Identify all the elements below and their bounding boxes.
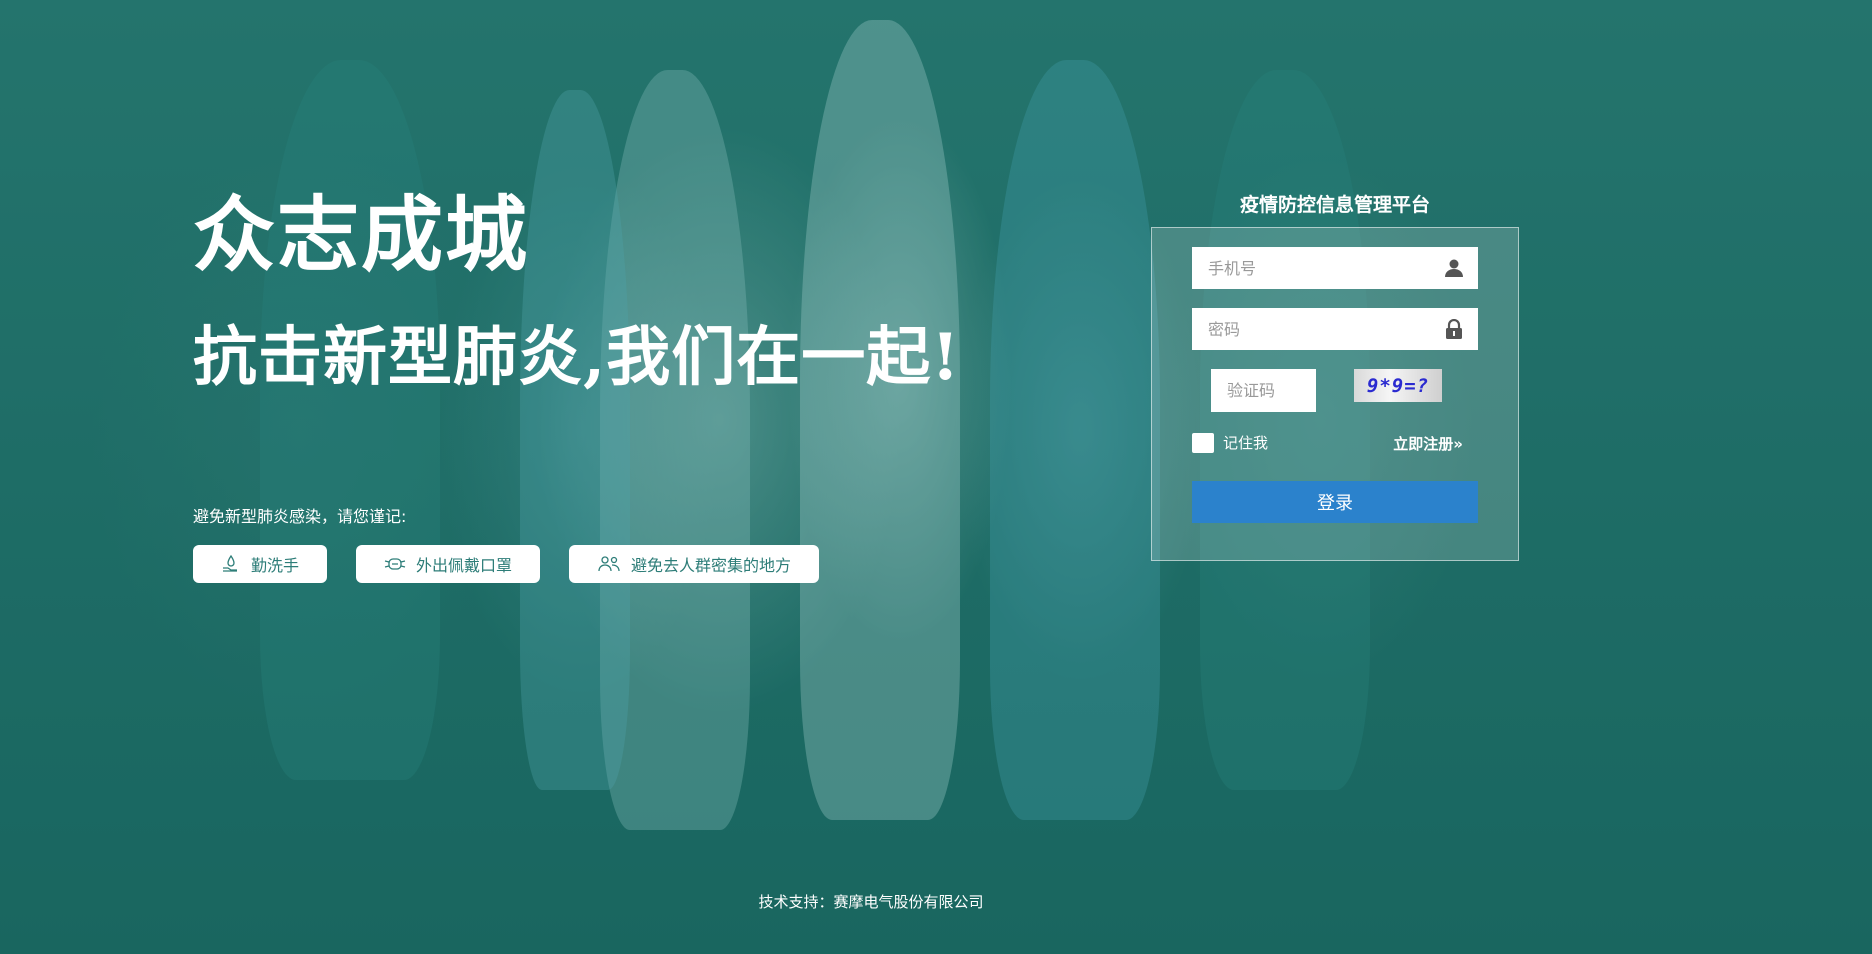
login-form: 9*9=? 记住我 立即注册» 登录 [1151, 227, 1519, 561]
people-icon [598, 556, 620, 572]
captcha-field [1211, 369, 1316, 412]
color-overlay [0, 0, 1872, 954]
register-link[interactable]: 立即注册» [1393, 433, 1463, 454]
footer-credit: 技术支持：赛摩电气股份有限公司 [758, 893, 984, 911]
tip-label: 避免去人群密集的地方 [631, 556, 792, 575]
platform-title: 疫情防控信息管理平台 [1239, 194, 1430, 216]
reminder-text: 避免新型肺炎感染，请您谨记: [193, 507, 407, 526]
remember-label: 记住我 [1223, 434, 1269, 452]
hero-subtitle: 抗击新型肺炎,我们在一起! [193, 320, 961, 395]
remember-checkbox[interactable] [1192, 432, 1214, 453]
tips-row: 勤洗手 外出佩戴口罩 避免去人群密集的地方 [193, 545, 820, 583]
remember-me[interactable]: 记住我 [1192, 432, 1268, 453]
tip-wear-mask: 外出佩戴口罩 [356, 545, 541, 583]
captcha-image[interactable]: 9*9=? [1354, 369, 1442, 402]
phone-field [1192, 247, 1478, 289]
password-field [1192, 308, 1478, 350]
tip-label: 外出佩戴口罩 [416, 556, 513, 575]
user-icon [1442, 256, 1466, 280]
password-input[interactable] [1192, 308, 1442, 350]
hero-title: 众志成城 [193, 187, 530, 283]
lock-icon [1442, 317, 1466, 341]
tip-avoid-crowds: 避免去人群密集的地方 [569, 545, 820, 583]
captcha-input[interactable] [1211, 369, 1316, 412]
phone-input[interactable] [1192, 247, 1442, 289]
mask-icon [384, 558, 406, 570]
tip-wash-hands: 勤洗手 [193, 545, 328, 583]
tip-label: 勤洗手 [251, 556, 300, 575]
login-button[interactable]: 登录 [1192, 481, 1478, 523]
hand-wash-icon [223, 554, 237, 572]
login-page: 众志成城 抗击新型肺炎,我们在一起! 避免新型肺炎感染，请您谨记: 勤洗手 外出… [0, 0, 1872, 954]
